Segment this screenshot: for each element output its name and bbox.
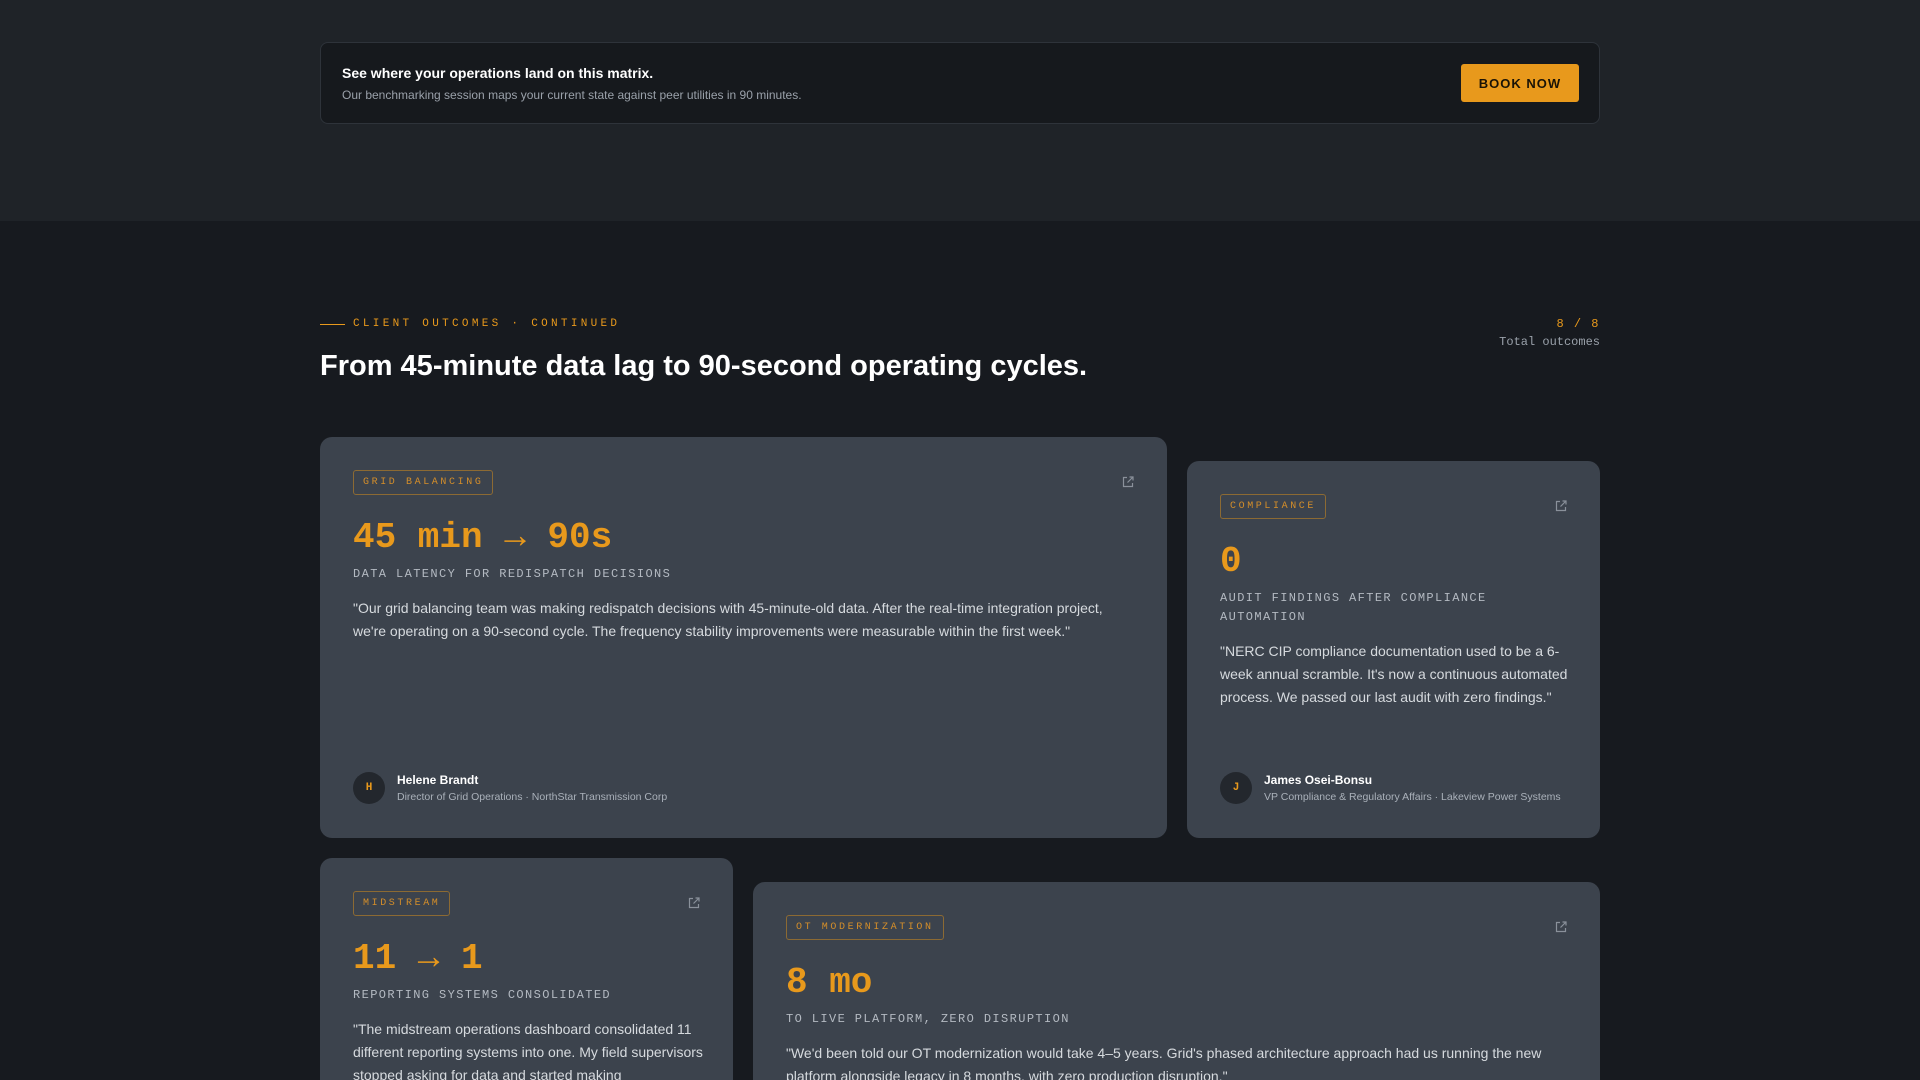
card-metric: 11 → 1	[353, 938, 483, 979]
card-author: J James Osei-Bonsu VP Compliance & Regul…	[1220, 772, 1561, 804]
card-metric: 8 mo	[786, 962, 873, 1003]
outcome-card-compliance[interactable]: COMPLIANCE 0 AUDIT FINDINGS AFTER COMPLI…	[1187, 461, 1600, 838]
card-author: H Helene Brandt Director of Grid Operati…	[353, 772, 667, 804]
author-role: Director of Grid Operations · NorthStar …	[397, 791, 668, 803]
section-title: From 45-minute data lag to 90-second ope…	[320, 350, 1088, 382]
card-metric: 45 min → 90s	[353, 517, 613, 558]
external-link-icon[interactable]	[1554, 499, 1568, 513]
cta-band: See where your operations land on this m…	[0, 0, 1920, 221]
cta-banner: See where your operations land on this m…	[320, 42, 1600, 124]
avatar: H	[353, 772, 385, 804]
outcomes-counter: 8 / 8 Total outcomes	[1499, 317, 1600, 349]
card-tag: GRID BALANCING	[353, 470, 494, 495]
outcome-card-ot-modernization[interactable]: OT MODERNIZATION 8 mo TO LIVE PLATFORM, …	[753, 882, 1600, 1080]
card-quote: "The midstream operations dashboard cons…	[353, 1021, 703, 1080]
card-metric-label: TO LIVE PLATFORM, ZERO DISRUPTION	[786, 1012, 1070, 1026]
card-quote: "NERC CIP compliance documentation used …	[1220, 643, 1568, 705]
external-link-icon[interactable]	[687, 896, 701, 910]
author-name: James Osei-Bonsu	[1264, 773, 1373, 787]
card-quote: "Our grid balancing team was making redi…	[353, 600, 1103, 639]
card-metric-label: REPORTING SYSTEMS CONSOLIDATED	[353, 988, 612, 1002]
avatar: J	[1220, 772, 1252, 804]
section-eyebrow: CLIENT OUTCOMES · CONTINUED	[320, 318, 620, 330]
counter-label: Total outcomes	[1499, 335, 1600, 349]
outcome-card-midstream[interactable]: MIDSTREAM 11 → 1 REPORTING SYSTEMS CONSO…	[320, 858, 733, 1080]
card-metric-label: DATA LATENCY FOR REDISPATCH DECISIONS	[353, 567, 672, 581]
card-metric-label: AUDIT FINDINGS AFTER COMPLIANCE AUTOMATI…	[1220, 591, 1487, 624]
book-now-button[interactable]: BOOK NOW	[1461, 64, 1579, 102]
cta-title: See where your operations land on this m…	[342, 65, 654, 81]
counter-value: 8 / 8	[1556, 317, 1600, 331]
card-tag: MIDSTREAM	[353, 891, 451, 916]
author-role: VP Compliance & Regulatory Affairs · Lak…	[1264, 791, 1561, 803]
card-tag: OT MODERNIZATION	[786, 915, 944, 940]
external-link-icon[interactable]	[1554, 920, 1568, 934]
eyebrow-text: CLIENT OUTCOMES · CONTINUED	[353, 318, 621, 330]
cta-subtitle: Our benchmarking session maps your curre…	[342, 88, 802, 102]
eyebrow-rule	[320, 323, 345, 325]
outcome-card-grid-balancing[interactable]: GRID BALANCING 45 min → 90s DATA LATENCY…	[320, 437, 1167, 838]
author-name: Helene Brandt	[397, 773, 479, 787]
card-quote: "We'd been told our OT modernization wou…	[786, 1045, 1542, 1080]
card-metric: 0	[1220, 541, 1242, 582]
external-link-icon[interactable]	[1121, 475, 1135, 489]
card-tag: COMPLIANCE	[1220, 494, 1327, 519]
